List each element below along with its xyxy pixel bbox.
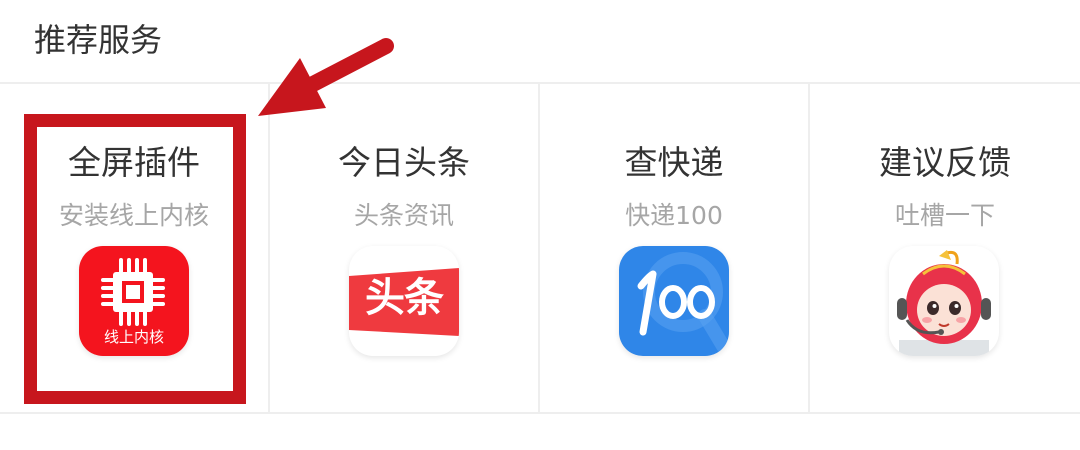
service-title: 今日头条 <box>338 143 470 182</box>
service-subtitle: 头条资讯 <box>353 201 454 230</box>
service-item-kuaidi[interactable]: 查快递 快递100 <box>540 84 810 412</box>
service-subtitle: 安装线上内核 <box>58 201 209 230</box>
feedback-mascot-icon <box>889 246 999 356</box>
service-title: 全屏插件 <box>68 143 200 182</box>
section-title: 推荐服务 <box>34 21 163 59</box>
service-subtitle: 快递100 <box>625 201 723 230</box>
service-title: 建议反馈 <box>879 143 1011 182</box>
service-grid: 全屏插件 安装线上内核 线上内核 今日头条 头条资讯 头条 查快递 快递100 … <box>0 84 1080 414</box>
section-header: 推荐服务 <box>0 0 1080 84</box>
service-item-fullscreen-plugin[interactable]: 全屏插件 安装线上内核 线上内核 <box>0 84 270 412</box>
icon-caption: 线上内核 <box>103 328 164 346</box>
toutiao-icon: 头条 <box>349 246 459 356</box>
service-title: 查快递 <box>624 143 724 182</box>
service-item-feedback[interactable]: 建议反馈 吐槽一下 <box>810 84 1080 412</box>
service-item-toutiao[interactable]: 今日头条 头条资讯 头条 <box>270 84 540 412</box>
kuaidi100-icon <box>619 246 729 356</box>
service-subtitle: 吐槽一下 <box>894 201 995 230</box>
chip-icon: 线上内核 <box>79 246 189 356</box>
icon-caption: 头条 <box>365 275 444 321</box>
